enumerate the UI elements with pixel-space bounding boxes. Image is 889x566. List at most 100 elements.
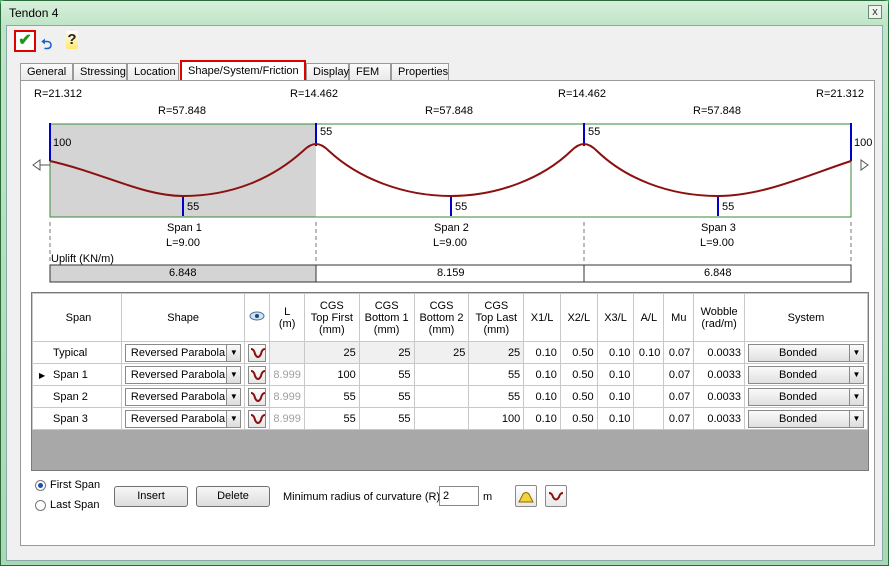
row-mu[interactable]: 0.07 — [663, 363, 695, 386]
row-shape-cell[interactable]: Reversed Parabola ▼ — [120, 363, 246, 386]
row-system-cell[interactable]: Bonded ▼ — [744, 363, 868, 386]
row-system-cell[interactable]: Bonded ▼ — [744, 407, 868, 430]
tab-general[interactable]: General — [20, 63, 73, 81]
row-x1[interactable]: 0.10 — [523, 407, 561, 430]
row-system-cell[interactable]: Bonded ▼ — [744, 385, 868, 408]
row-cgs-top-last[interactable]: 55 — [468, 385, 525, 408]
chevron-down-icon[interactable]: ▼ — [226, 410, 241, 427]
radio-dot[interactable] — [35, 499, 46, 511]
col-x2[interactable]: X2/L — [559, 293, 598, 342]
apply-shape-button[interactable] — [515, 485, 537, 507]
row-cgs-top-first[interactable]: 55 — [303, 385, 360, 408]
link-icon[interactable]: ⮌ — [41, 34, 52, 58]
row-mu[interactable]: 0.07 — [663, 385, 695, 408]
row-cgs-bottom-2[interactable] — [413, 385, 470, 408]
row-shape-preview-cell[interactable] — [244, 363, 271, 386]
row-shape-preview-cell[interactable] — [244, 385, 271, 408]
row-x3[interactable]: 0.10 — [596, 407, 635, 430]
tab-properties[interactable]: Properties — [391, 63, 449, 81]
shape-select[interactable]: Reversed Parabola ▼ — [124, 365, 242, 384]
row-cgs-bottom-2[interactable] — [413, 363, 470, 386]
system-select[interactable]: Bonded ▼ — [748, 343, 864, 362]
row-shape-cell[interactable]: Reversed Parabola ▼ — [120, 385, 246, 408]
tab-shape-system-friction[interactable]: Shape/System/Friction — [180, 60, 306, 82]
shape-select[interactable]: Reversed Parabola ▼ — [124, 409, 242, 428]
row-al[interactable] — [633, 407, 665, 430]
row-cgs-top-first[interactable]: 55 — [303, 407, 360, 430]
chevron-down-icon[interactable]: ▼ — [226, 344, 241, 361]
row-cgs-bottom-1[interactable]: 25 — [358, 341, 415, 364]
chevron-down-icon[interactable]: ▼ — [849, 410, 863, 427]
col-system[interactable]: System — [744, 293, 868, 342]
row-mu[interactable]: 0.07 — [663, 407, 695, 430]
chevron-down-icon[interactable]: ▼ — [849, 344, 863, 361]
row-x3[interactable]: 0.10 — [596, 341, 635, 364]
row-al[interactable]: 0.10 — [633, 341, 665, 364]
col-cgs-top-first[interactable]: CGS Top First (mm) — [303, 293, 360, 342]
checkmark-icon[interactable]: ✔ — [14, 30, 36, 52]
shape-preview-button[interactable] — [248, 365, 267, 384]
row-x3[interactable]: 0.10 — [596, 363, 635, 386]
row-mu[interactable]: 0.07 — [663, 341, 695, 364]
row-cgs-top-last[interactable]: 55 — [468, 363, 525, 386]
min-radius-input[interactable]: 2 — [439, 486, 479, 506]
col-l[interactable]: L (m) — [269, 293, 305, 342]
table-row-span-3[interactable]: Span 3 Reversed Parabola ▼ 8.999 55 55 10… — [32, 407, 868, 430]
row-x1[interactable]: 0.10 — [523, 363, 561, 386]
row-cgs-top-first[interactable]: 100 — [303, 363, 360, 386]
row-shape-cell[interactable]: Reversed Parabola ▼ — [120, 407, 246, 430]
row-x1[interactable]: 0.10 — [523, 385, 561, 408]
system-select[interactable]: Bonded ▼ — [748, 409, 864, 428]
col-x3[interactable]: X3/L — [596, 293, 635, 342]
system-select[interactable]: Bonded ▼ — [748, 365, 864, 384]
tab-fem[interactable]: FEM — [349, 63, 391, 81]
col-x1[interactable]: X1/L — [523, 293, 561, 342]
close-button[interactable]: x — [868, 5, 882, 19]
system-select[interactable]: Bonded ▼ — [748, 387, 864, 406]
row-wobble[interactable]: 0.0033 — [693, 385, 746, 408]
row-x2[interactable]: 0.50 — [559, 385, 598, 408]
tab-display[interactable]: Display — [306, 63, 349, 81]
col-wobble[interactable]: Wobble (rad/m) — [693, 293, 746, 342]
col-span[interactable]: Span — [32, 293, 122, 342]
tab-stressing[interactable]: Stressing — [73, 63, 127, 81]
row-cgs-bottom-1[interactable]: 55 — [358, 363, 415, 386]
row-shape-preview-cell[interactable] — [244, 341, 271, 364]
tab-location[interactable]: Location — [127, 63, 179, 81]
col-mu[interactable]: Mu — [663, 293, 695, 342]
chevron-down-icon[interactable]: ▼ — [849, 388, 863, 405]
shape-select[interactable]: Reversed Parabola ▼ — [124, 387, 242, 406]
row-cgs-bottom-1[interactable]: 55 — [358, 407, 415, 430]
col-cgs-bottom-2[interactable]: CGS Bottom 2 (mm) — [413, 293, 470, 342]
col-eye[interactable] — [244, 293, 271, 342]
row-cgs-bottom-1[interactable]: 55 — [358, 385, 415, 408]
delete-button[interactable]: Delete — [196, 486, 270, 507]
row-al[interactable] — [633, 363, 665, 386]
row-x2[interactable]: 0.50 — [559, 407, 598, 430]
table-row-typical[interactable]: Typical Reversed Parabola ▼ 25 25 25 25 0… — [32, 341, 868, 364]
row-wobble[interactable]: 0.0033 — [693, 363, 746, 386]
chevron-down-icon[interactable]: ▼ — [226, 366, 241, 383]
row-cgs-bottom-2[interactable] — [413, 407, 470, 430]
row-x2[interactable]: 0.50 — [559, 341, 598, 364]
insert-button[interactable]: Insert — [114, 486, 188, 507]
row-shape-preview-cell[interactable] — [244, 407, 271, 430]
chevron-down-icon[interactable]: ▼ — [849, 366, 863, 383]
shape-preview-button[interactable] — [248, 409, 267, 428]
col-al[interactable]: A/L — [633, 293, 665, 342]
radio-dot-selected[interactable] — [35, 479, 46, 491]
shape-preview-button[interactable] — [248, 387, 267, 406]
row-cgs-top-last[interactable]: 100 — [468, 407, 525, 430]
col-shape[interactable]: Shape — [120, 293, 246, 342]
row-shape-cell[interactable]: Reversed Parabola ▼ — [120, 341, 246, 364]
profile-shape-button[interactable] — [545, 485, 567, 507]
shape-preview-button[interactable] — [248, 343, 267, 362]
first-span-radio[interactable]: First Span — [35, 479, 100, 491]
last-span-radio[interactable]: Last Span — [35, 499, 100, 511]
table-row-span-1[interactable]: ▶ Span 1 Reversed Parabola ▼ 8.999 100 55 … — [32, 363, 868, 386]
table-row-span-2[interactable]: Span 2 Reversed Parabola ▼ 8.999 55 55 55… — [32, 385, 868, 408]
help-icon[interactable]: ? — [66, 31, 78, 49]
row-wobble[interactable]: 0.0033 — [693, 407, 746, 430]
row-x2[interactable]: 0.50 — [559, 363, 598, 386]
row-x1[interactable]: 0.10 — [523, 341, 561, 364]
